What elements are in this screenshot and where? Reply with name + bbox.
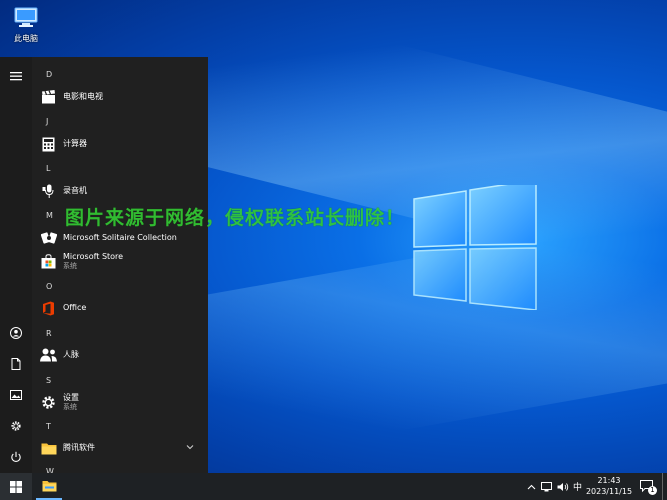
start-menu: D 电影和电视 J 计算器 L 录音机 M Microsoft Solitair…	[0, 57, 208, 473]
app-name: 设置	[63, 392, 79, 402]
show-hidden-icons-button[interactable]	[524, 473, 538, 500]
people-icon	[40, 347, 57, 364]
letter-header-d[interactable]: D	[46, 70, 52, 79]
gear-icon	[40, 394, 57, 411]
chevron-down-icon[interactable]	[186, 444, 194, 450]
power-icon	[11, 451, 21, 462]
app-list: D 电影和电视 J 计算器 L 录音机 M Microsoft Solitair…	[32, 57, 208, 473]
taskbar-clock[interactable]: 21:43 2023/11/15	[584, 475, 634, 497]
app-item-calculator[interactable]: 计算器	[40, 132, 206, 156]
expand-menu-button[interactable]	[6, 66, 26, 86]
app-name: Microsoft Solitaire Collection	[63, 233, 177, 242]
network-icon	[541, 481, 552, 491]
gear-icon	[11, 421, 21, 431]
app-name: 人脉	[63, 350, 79, 359]
letter-header-o[interactable]: O	[46, 282, 52, 291]
clock-time: 21:43	[597, 476, 621, 485]
film-clapper-icon	[40, 89, 57, 106]
app-name: Microsoft Store	[63, 251, 124, 261]
chevron-up-icon	[527, 484, 535, 489]
app-item-voice-recorder[interactable]: 录音机	[40, 179, 206, 203]
app-item-tencent-folder[interactable]: 腾讯软件	[40, 436, 206, 460]
microphone-icon	[40, 183, 57, 200]
app-name: 计算器	[63, 139, 87, 148]
documents-button[interactable]	[6, 354, 26, 374]
letter-header-m[interactable]: M	[46, 211, 53, 220]
app-name: 腾讯软件	[63, 443, 95, 452]
show-desktop-button[interactable]	[662, 473, 667, 500]
desktop-icon-label: 此电脑	[14, 34, 38, 43]
power-button[interactable]	[6, 447, 26, 467]
action-center-button[interactable]: 1	[637, 473, 657, 500]
speaker-icon	[557, 482, 569, 491]
cards-icon	[40, 230, 57, 247]
clock-date: 2023/11/15	[585, 487, 633, 496]
letter-header-r[interactable]: R	[46, 329, 52, 338]
windows-logo-wallpaper	[413, 185, 537, 310]
app-name: 电影和电视	[63, 92, 103, 101]
watermark-text: 图片来源于网络，侵权联系站长删除！	[65, 207, 406, 229]
ime-indicator[interactable]: 中	[571, 473, 584, 500]
taskbar: 中 21:43 2023/11/15 1	[0, 473, 667, 500]
app-item-office[interactable]: Office	[40, 296, 206, 320]
app-subtitle: 系统	[63, 402, 77, 411]
network-button[interactable]	[539, 473, 555, 500]
pictures-button[interactable]	[6, 385, 26, 405]
app-subtitle: 系统	[63, 261, 77, 270]
letter-header-s[interactable]: S	[46, 376, 51, 385]
start-menu-rail	[0, 57, 32, 473]
office-icon	[40, 300, 57, 317]
app-name: 录音机	[63, 186, 87, 195]
letter-header-l[interactable]: L	[46, 164, 50, 173]
notification-count-badge: 1	[648, 486, 657, 495]
store-bag-icon	[40, 253, 57, 270]
start-button[interactable]	[0, 473, 32, 500]
settings-rail-button[interactable]	[6, 416, 26, 436]
desktop-icon-this-pc[interactable]: 此电脑	[6, 6, 46, 44]
user-avatar-icon	[10, 327, 22, 339]
picture-icon	[10, 390, 22, 400]
letter-header-j[interactable]: J	[46, 117, 48, 126]
folder-icon	[42, 480, 56, 491]
taskbar-file-explorer[interactable]	[36, 473, 62, 500]
app-name: Office	[63, 303, 87, 312]
document-icon	[11, 358, 21, 370]
letter-header-t[interactable]: T	[46, 422, 51, 431]
app-item-movies-tv[interactable]: 电影和电视	[40, 85, 206, 109]
folder-icon	[40, 440, 57, 457]
calculator-icon	[40, 136, 57, 153]
user-account-button[interactable]	[6, 323, 26, 343]
app-item-people[interactable]: 人脉	[40, 343, 206, 367]
app-item-settings[interactable]: 设置 系统	[40, 390, 206, 414]
hamburger-icon	[10, 72, 22, 81]
volume-button[interactable]	[555, 473, 571, 500]
app-item-microsoft-store[interactable]: Microsoft Store 系统	[40, 249, 206, 273]
computer-icon	[14, 7, 38, 27]
windows-start-icon	[10, 480, 22, 493]
